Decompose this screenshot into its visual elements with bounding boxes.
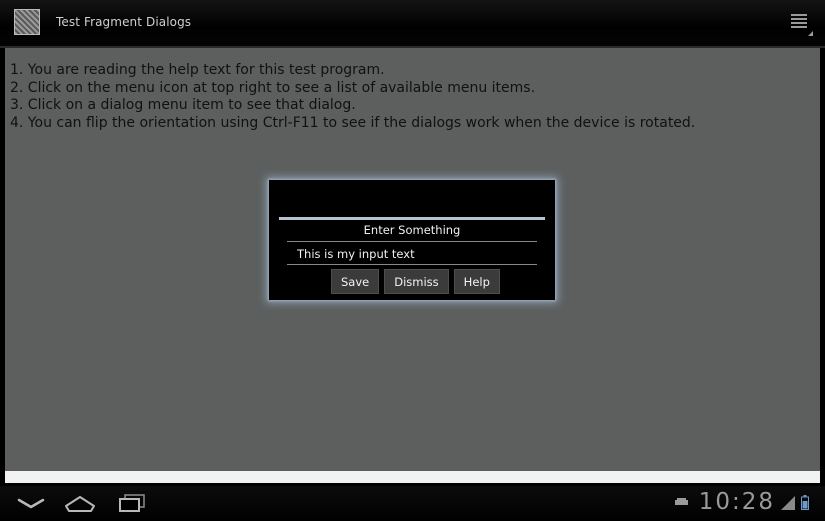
help-text: 1. You are reading the help text for thi… bbox=[10, 62, 695, 132]
app-title: Test Fragment Dialogs bbox=[56, 15, 192, 29]
dismiss-button[interactable]: Dismiss bbox=[384, 269, 449, 294]
content-area: 1. You are reading the help text for thi… bbox=[5, 48, 820, 471]
clock: 10:28 bbox=[698, 489, 775, 515]
signal-icon bbox=[781, 496, 795, 510]
save-button[interactable]: Save bbox=[331, 269, 380, 294]
home-icon[interactable] bbox=[62, 489, 98, 517]
help-line-2: 2. Click on the menu icon at top right t… bbox=[10, 79, 536, 96]
input-dialog: Enter Something Save Dismiss Help bbox=[269, 180, 555, 300]
help-line-1: 1. You are reading the help text for thi… bbox=[10, 62, 385, 78]
dialog-text-input[interactable] bbox=[287, 244, 537, 264]
dialog-button-row: Save Dismiss Help bbox=[331, 269, 500, 294]
help-button[interactable]: Help bbox=[453, 269, 500, 294]
input-top-rule bbox=[287, 241, 537, 242]
system-bar: 10:28 bbox=[0, 486, 825, 521]
recent-apps-icon[interactable] bbox=[114, 489, 150, 517]
dialog-title: Enter Something bbox=[363, 223, 461, 237]
dialog-title-divider bbox=[279, 217, 545, 220]
back-icon[interactable] bbox=[13, 489, 49, 517]
help-line-4: 4. You can flip the orientation using Ct… bbox=[10, 114, 696, 131]
app-launcher-icon[interactable] bbox=[14, 9, 40, 35]
battery-icon bbox=[801, 495, 809, 510]
usb-icon bbox=[675, 498, 688, 505]
action-bar: Test Fragment Dialogs bbox=[0, 0, 825, 48]
overflow-menu-icon[interactable] bbox=[791, 14, 813, 36]
screen: Test Fragment Dialogs 1. You are reading… bbox=[0, 0, 825, 521]
help-line-3: 3. Click on a dialog menu item to see th… bbox=[10, 97, 356, 113]
bottom-divider-strip bbox=[5, 471, 820, 483]
input-bottom-rule bbox=[287, 264, 537, 265]
